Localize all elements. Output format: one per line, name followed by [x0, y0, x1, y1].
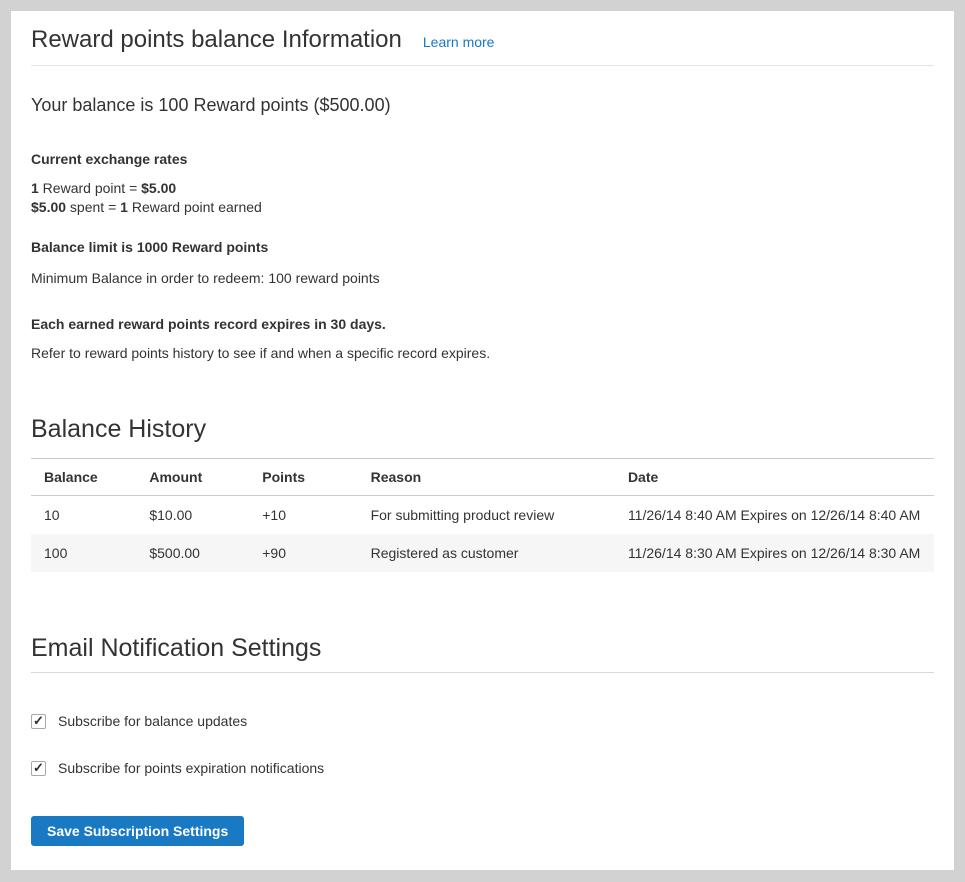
cell-date: 11/26/14 8:40 AM Expires on 12/26/14 8:4… [618, 496, 934, 535]
minimum-balance-text: Minimum Balance in order to redeem: 100 … [31, 268, 934, 288]
cell-reason: Registered as customer [361, 534, 618, 572]
cell-date: 11/26/14 8:30 AM Expires on 12/26/14 8:3… [618, 534, 934, 572]
subscribe-expiration-checkbox[interactable] [31, 761, 46, 776]
cell-balance: 100 [31, 534, 139, 572]
subscribe-balance-label[interactable]: Subscribe for balance updates [58, 711, 247, 731]
column-header-amount: Amount [139, 459, 252, 496]
rate-line-redeem: 1 Reward point = $5.00 [31, 180, 176, 196]
table-row: 100 $500.00 +90 Registered as customer 1… [31, 534, 934, 572]
column-header-reason: Reason [361, 459, 618, 496]
cell-amount: $500.00 [139, 534, 252, 572]
balance-summary: Your balance is 100 Reward points ($500.… [31, 93, 934, 118]
column-header-date: Date [618, 459, 934, 496]
cell-amount: $10.00 [139, 496, 252, 535]
learn-more-link[interactable]: Learn more [423, 34, 495, 50]
page-header: Reward points balance Information Learn … [31, 25, 934, 66]
reward-points-panel: Reward points balance Information Learn … [11, 11, 954, 870]
balance-history-table: Balance Amount Points Reason Date 10 $10… [31, 458, 934, 572]
table-header-row: Balance Amount Points Reason Date [31, 459, 934, 496]
rate-line-earn: $5.00 spent = 1 Reward point earned [31, 199, 262, 215]
subscribe-expiration-field: Subscribe for points expiration notifica… [31, 758, 934, 778]
balance-limit-text: Balance limit is 1000 Reward points [31, 237, 934, 257]
email-settings-heading: Email Notification Settings [31, 632, 934, 673]
exchange-rate-lines: 1 Reward point = $5.00 $5.00 spent = 1 R… [31, 179, 934, 217]
expiration-note-text: Refer to reward points history to see if… [31, 343, 934, 363]
column-header-balance: Balance [31, 459, 139, 496]
expiration-policy-text: Each earned reward points record expires… [31, 314, 934, 334]
page-title: Reward points balance Information [31, 25, 402, 54]
cell-balance: 10 [31, 496, 139, 535]
cell-reason: For submitting product review [361, 496, 618, 535]
balance-history-heading: Balance History [31, 413, 934, 445]
column-header-points: Points [252, 459, 360, 496]
cell-points: +10 [252, 496, 360, 535]
outer-frame: Reward points balance Information Learn … [0, 0, 965, 882]
save-subscription-settings-button[interactable]: Save Subscription Settings [31, 816, 244, 846]
subscribe-balance-field: Subscribe for balance updates [31, 711, 934, 731]
subscribe-balance-checkbox[interactable] [31, 714, 46, 729]
table-row: 10 $10.00 +10 For submitting product rev… [31, 496, 934, 535]
cell-points: +90 [252, 534, 360, 572]
subscribe-expiration-label[interactable]: Subscribe for points expiration notifica… [58, 758, 324, 778]
exchange-rates-heading: Current exchange rates [31, 149, 934, 169]
